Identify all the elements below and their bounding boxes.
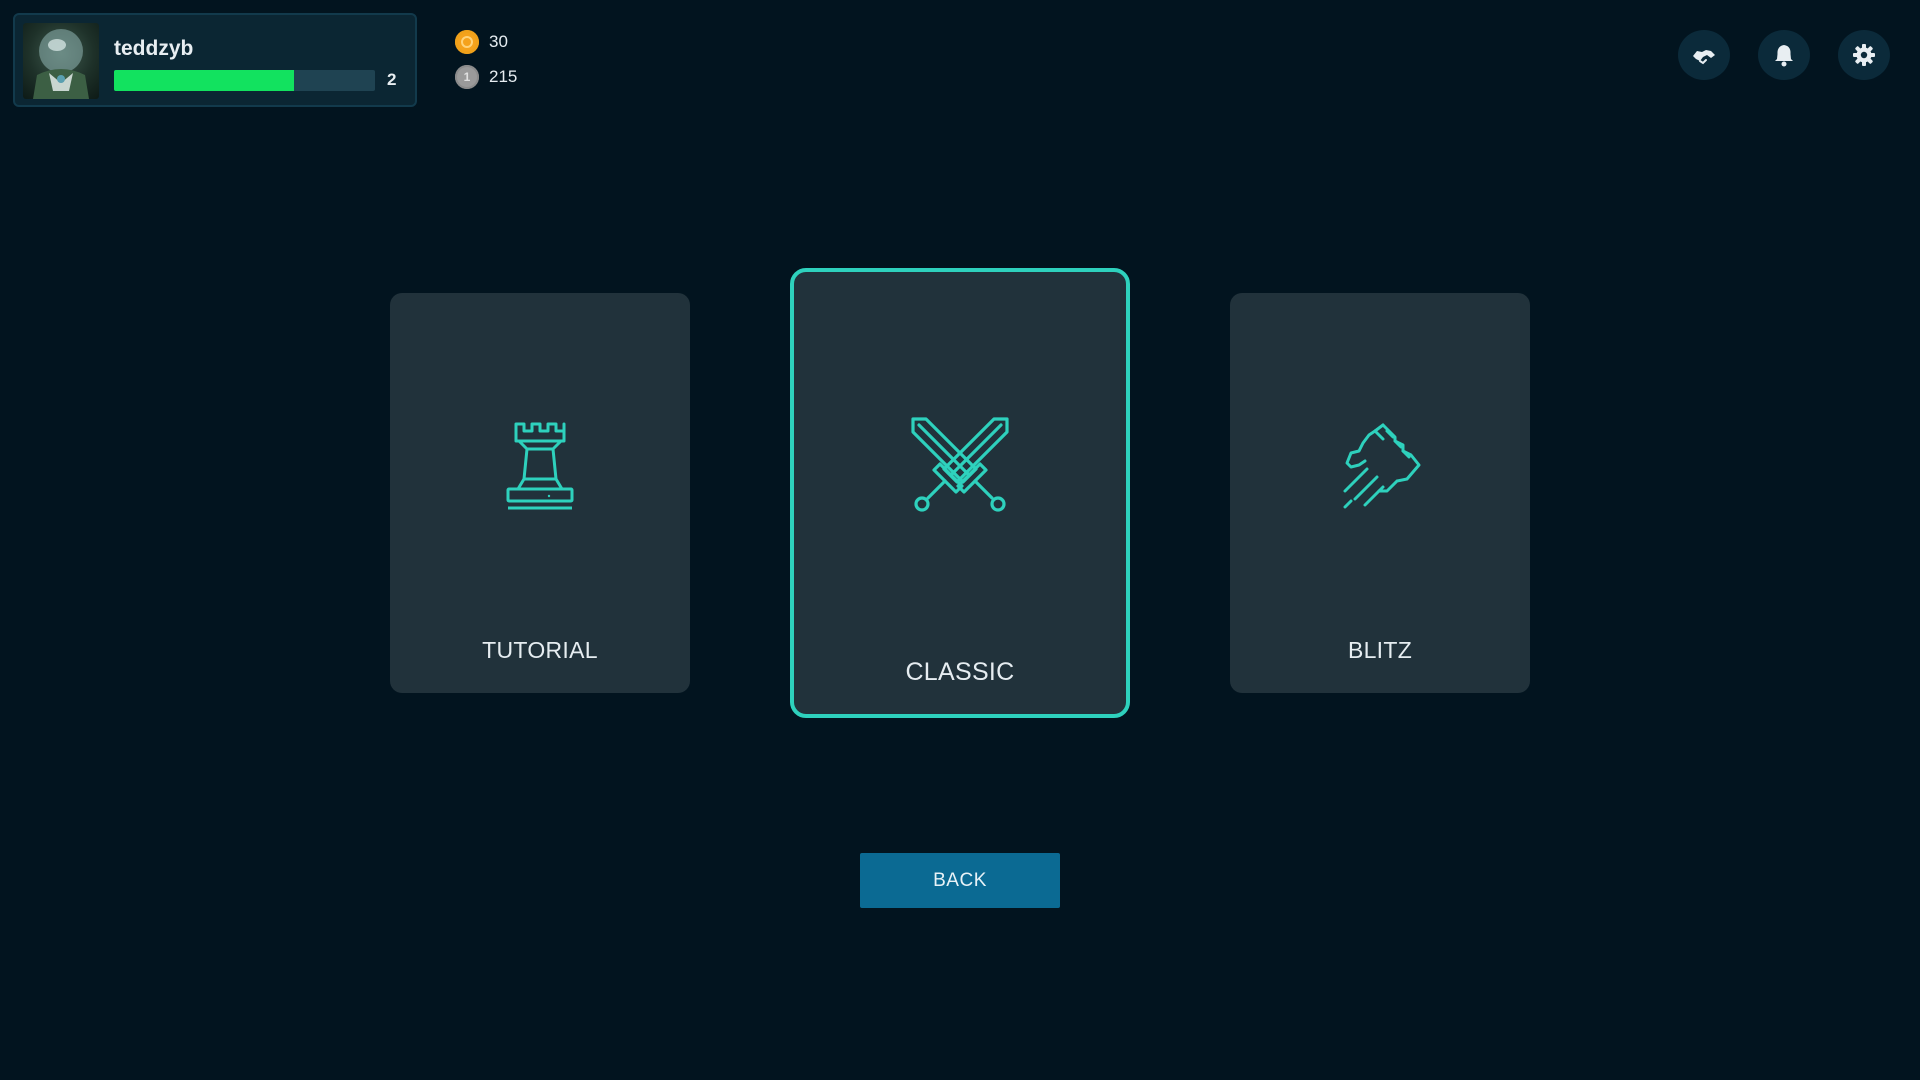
gold-amount: 30 xyxy=(489,32,508,51)
bell-icon xyxy=(1775,45,1793,67)
character-portrait-icon xyxy=(33,29,89,99)
notifications-button[interactable] xyxy=(1758,30,1810,80)
player-level: 2 xyxy=(387,70,397,89)
friends-button[interactable] xyxy=(1678,30,1730,80)
mode-label-tutorial: TUTORIAL xyxy=(482,637,598,663)
xp-progress-fill xyxy=(114,70,295,91)
player-profile-card[interactable]: teddzyb 2 xyxy=(13,13,417,107)
mode-card-classic[interactable]: CLASSIC xyxy=(790,268,1130,718)
mode-card-tutorial[interactable]: TUTORIAL xyxy=(390,293,690,693)
back-button[interactable]: BACK xyxy=(860,853,1060,908)
rook-icon xyxy=(506,422,574,510)
mode-label-blitz: BLITZ xyxy=(1347,637,1413,663)
fast-fist-icon xyxy=(1343,423,1421,509)
gear-icon xyxy=(1853,44,1875,66)
game-screen: teddzyb 2 30 1 215 TUTORIAL CLASSIC BLIT… xyxy=(0,0,1920,1080)
silver-coin-icon: 1 xyxy=(455,65,479,89)
settings-button[interactable] xyxy=(1838,30,1890,80)
username: teddzyb xyxy=(114,37,194,60)
silver-amount: 215 xyxy=(489,67,518,86)
handshake-icon xyxy=(1693,50,1715,65)
mode-label-classic: CLASSIC xyxy=(905,658,1015,686)
mode-card-blitz[interactable]: BLITZ xyxy=(1230,293,1530,693)
xp-progress-bar xyxy=(114,70,375,91)
gold-currency: 30 xyxy=(455,29,508,55)
gold-coin-icon xyxy=(455,30,479,54)
silver-currency: 1 215 xyxy=(455,64,517,90)
avatar[interactable] xyxy=(23,23,99,99)
crossed-swords-icon xyxy=(911,417,1009,512)
